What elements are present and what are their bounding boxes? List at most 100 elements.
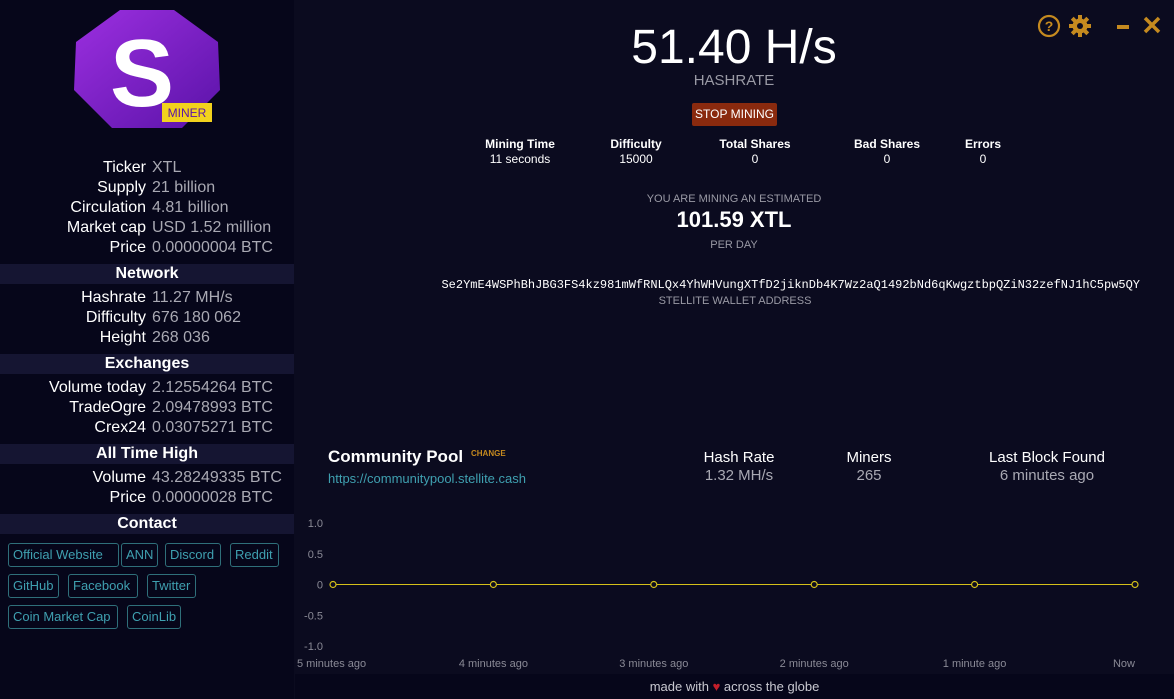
close-icon[interactable] — [1140, 14, 1164, 38]
y-tick-label: -1.0 — [304, 641, 323, 653]
y-tick-label: 0.5 — [308, 549, 323, 561]
stat-label: Mining Time — [485, 137, 555, 151]
exchanges-heading: Exchanges — [0, 354, 294, 374]
heart-icon: ♥ — [712, 679, 721, 694]
data-point[interactable] — [970, 580, 979, 589]
stellite-miner-logo: S MINER — [74, 10, 220, 128]
y-tick-label: 0 — [317, 580, 323, 592]
footer-text-before: made with — [649, 679, 709, 694]
coin-info-row-value: XTL — [152, 159, 182, 176]
network-info-row-value: 268 036 — [152, 329, 210, 346]
x-tick-label: 1 minute ago — [943, 658, 1007, 670]
stat-label: Difficulty — [610, 137, 662, 151]
stat-value: 15000 — [619, 152, 653, 166]
ath-info-row: Price 0.00000028 BTC — [0, 488, 294, 508]
estimate-per-day: PER DAY — [710, 239, 758, 251]
network-info-row: Difficulty 676 180 062 — [0, 308, 294, 328]
coin-info-row-value: 4.81 billion — [152, 199, 229, 216]
network-heading: Network — [0, 264, 294, 284]
pool-stat-label: Miners — [846, 449, 892, 466]
footer: made with ♥ across the globe — [295, 674, 1174, 699]
exchange-info-row: TradeOgre 2.09478993 BTC — [0, 398, 294, 418]
link-github[interactable]: GitHub — [8, 574, 59, 598]
data-point[interactable] — [1131, 580, 1139, 589]
coin-info-row-key: Circulation — [70, 199, 146, 216]
network-info-row-value: 676 180 062 — [152, 309, 241, 326]
network-info-row-value: 11.27 MH/s — [152, 289, 233, 306]
data-point[interactable] — [650, 580, 658, 589]
stat-errors: Errors 0 — [953, 137, 1013, 167]
stat-label: Total Shares — [719, 137, 791, 151]
exchange-info-row-value: 0.03075271 BTC — [152, 419, 273, 436]
pool-stat-value: 6 minutes ago — [999, 467, 1095, 484]
ath-info-row-value: 43.28249335 BTC — [152, 469, 282, 486]
change-pool-link[interactable]: CHANGE — [471, 449, 506, 458]
coin-info-row: Ticker XTL — [0, 158, 294, 178]
x-tick-label: 4 minutes ago — [459, 658, 528, 670]
estimate-label: YOU ARE MINING AN ESTIMATED — [646, 193, 822, 205]
y-tick-label: 1.0 — [308, 518, 323, 530]
exchange-info-row-key: Crex24 — [94, 419, 146, 436]
stat-label: Bad Shares — [853, 137, 921, 151]
data-point[interactable] — [489, 580, 497, 589]
stat-value: 0 — [979, 152, 987, 166]
pool-name: Community Pool — [328, 447, 464, 466]
data-point[interactable] — [810, 580, 818, 589]
help-icon[interactable]: ? — [1037, 14, 1061, 38]
pool-stat-value: 1.32 MH/s — [704, 467, 774, 484]
logo-badge: MINER — [168, 106, 207, 120]
exchange-info-row-key: TradeOgre — [69, 399, 146, 416]
link-ann[interactable]: ANN — [121, 543, 159, 567]
network-info-row: Height 268 036 — [0, 328, 294, 348]
data-point[interactable] — [329, 580, 337, 589]
link-discord[interactable]: Discord — [165, 543, 221, 567]
network-info-row-key: Difficulty — [85, 309, 146, 326]
hashrate-chart: 1.0 0.5 0 -0.5 -1.0 5 minutes ago 4 minutes ag… — [297, 518, 1139, 670]
stat-bad-shares: Bad Shares 0 — [837, 137, 937, 167]
link-coinlib[interactable]: CoinLib — [127, 605, 182, 629]
pool-url-link[interactable]: https://communitypool.stellite.cash — [328, 471, 526, 486]
link-official-website[interactable]: Official Website — [8, 543, 119, 567]
stat-difficulty: Difficulty 15000 — [596, 137, 676, 167]
exchange-info-row: Crex24 0.03075271 BTC — [0, 418, 294, 438]
estimate-value: 101.59 XTL — [676, 207, 792, 232]
pool-stat-label: Last Block Found — [989, 449, 1105, 466]
link-twitter[interactable]: Twitter — [147, 574, 196, 598]
sidebar: S MINER Ticker XTL Supply 21 billion Circula… — [0, 0, 294, 699]
pool-stat-label: Hash Rate — [703, 449, 775, 466]
stat-total-shares: Total Shares 0 — [705, 137, 805, 167]
coin-info-row-value: 21 billion — [152, 179, 216, 196]
link-coin-market-cap[interactable]: Coin Market Cap — [8, 605, 118, 629]
hashrate-label: HASHRATE — [693, 72, 775, 89]
x-tick-label: Now — [1113, 658, 1135, 670]
pool-stat-miners: Miners 265 — [829, 449, 909, 485]
network-info-row: Hashrate 11.27 MH/s — [0, 288, 294, 308]
coin-info-row: Price 0.00000004 BTC — [0, 238, 294, 258]
ath-info-row-key: Volume — [92, 469, 146, 486]
link-facebook[interactable]: Facebook — [68, 574, 138, 598]
x-tick-label: 5 minutes ago — [297, 658, 366, 670]
all-time-high-heading: All Time High — [0, 444, 294, 464]
ath-info-row-key: Price — [109, 489, 146, 506]
minimize-icon[interactable] — [1112, 14, 1136, 38]
svg-text:?: ? — [1045, 18, 1054, 34]
stat-value: 11 seconds — [489, 152, 551, 166]
stat-value: 0 — [751, 152, 759, 166]
footer-text-after: across the globe — [723, 679, 820, 694]
coin-info-row: Circulation 4.81 billion — [0, 198, 294, 218]
network-info-row-key: Height — [99, 329, 146, 346]
ath-info-row: Volume 43.28249335 BTC — [0, 468, 294, 488]
stop-mining-button[interactable]: STOP MINING — [692, 103, 777, 126]
link-reddit[interactable]: Reddit — [230, 543, 279, 567]
wallet-address-label: STELLITE WALLET ADDRESS — [658, 295, 812, 307]
exchange-info-row-value: 2.09478993 BTC — [152, 399, 273, 416]
coin-info-row-key: Market cap — [66, 219, 146, 236]
x-tick-label: 2 minutes ago — [780, 658, 849, 670]
pool-stat-hash-rate: Hash Rate 1.32 MH/s — [689, 449, 789, 485]
gear-icon[interactable] — [1068, 14, 1092, 38]
wallet-address[interactable]: Se2YmE4WSPhBhJBG3FS4kz981mWfRNLQx4YhWHVu… — [330, 278, 1140, 292]
coin-info-row-key: Supply — [97, 179, 146, 196]
pool-stat-value: 265 — [856, 467, 882, 484]
contact-heading: Contact — [0, 514, 294, 534]
coin-info-row-key: Ticker — [103, 159, 146, 176]
